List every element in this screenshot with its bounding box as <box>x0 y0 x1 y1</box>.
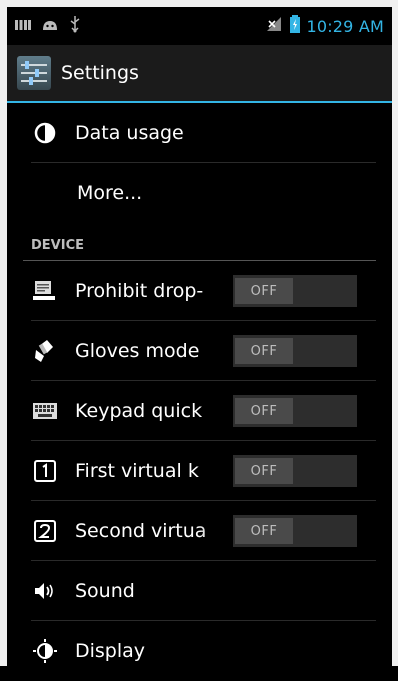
list-item-label: Data usage <box>75 122 184 144</box>
list-item-label: Gloves mode <box>75 340 200 362</box>
keypad-icon <box>31 397 59 425</box>
list-item-label: First virtual k <box>75 460 199 482</box>
text-fade <box>199 511 233 551</box>
status-bar: 10:29 AM <box>7 7 392 45</box>
section-header-device: DEVICE <box>7 223 392 261</box>
window-frame-top <box>0 0 398 7</box>
list-item-second-virtual-key[interactable]: Second virtua OFF <box>7 501 392 561</box>
list-item-sound[interactable]: Sound <box>7 561 392 621</box>
switch-state: OFF <box>235 458 293 484</box>
notification-bars-icon <box>15 17 31 36</box>
list-item-label: Prohibit drop- <box>75 280 204 302</box>
prohibit-drop-icon <box>31 277 59 305</box>
switch-state: OFF <box>235 518 293 544</box>
no-signal-icon <box>266 16 284 36</box>
glove-icon <box>31 337 59 365</box>
toggle-switch[interactable]: OFF <box>233 455 357 487</box>
list-item-display[interactable]: Display <box>7 621 392 681</box>
toggle-switch[interactable]: OFF <box>233 335 357 367</box>
settings-app-icon[interactable] <box>17 56 51 90</box>
display-icon <box>31 637 59 665</box>
list-item-label: More... <box>77 182 143 204</box>
switch-state: OFF <box>235 278 293 304</box>
battery-charging-icon <box>290 15 301 37</box>
list-item-gloves-mode[interactable]: Gloves mode OFF <box>7 321 392 381</box>
toggle-switch[interactable]: OFF <box>233 515 357 547</box>
text-fade <box>199 451 233 491</box>
list-item-label: Sound <box>75 580 135 602</box>
toggle-switch[interactable]: OFF <box>233 395 357 427</box>
list-item-label: Display <box>75 640 146 662</box>
number-one-icon <box>31 457 59 485</box>
list-item-first-virtual-key[interactable]: First virtual k OFF <box>7 441 392 501</box>
list-item-more[interactable]: More... <box>7 163 392 223</box>
data-usage-icon <box>31 119 59 147</box>
switch-state: OFF <box>235 338 293 364</box>
window-frame-right <box>392 0 398 666</box>
list-item-label: Keypad quick <box>75 400 203 422</box>
usb-icon <box>69 15 81 37</box>
list-item-keypad-quick[interactable]: Keypad quick OFF <box>7 381 392 441</box>
switch-state: OFF <box>235 398 293 424</box>
list-item-label: Second virtua <box>75 520 207 542</box>
action-bar: Settings <box>7 45 392 103</box>
toggle-switch[interactable]: OFF <box>233 275 357 307</box>
settings-list: Data usage More... DEVICE Prohibit drop-… <box>7 103 392 666</box>
list-item-data-usage[interactable]: Data usage <box>7 103 392 163</box>
page-title: Settings <box>61 62 139 84</box>
sound-icon <box>31 577 59 605</box>
list-item-prohibit-drop[interactable]: Prohibit drop- OFF <box>7 261 392 321</box>
android-debug-icon <box>41 17 59 36</box>
number-two-icon <box>31 517 59 545</box>
section-title: DEVICE <box>31 238 84 253</box>
window-frame-left <box>0 0 7 666</box>
clock: 10:29 AM <box>306 16 384 36</box>
